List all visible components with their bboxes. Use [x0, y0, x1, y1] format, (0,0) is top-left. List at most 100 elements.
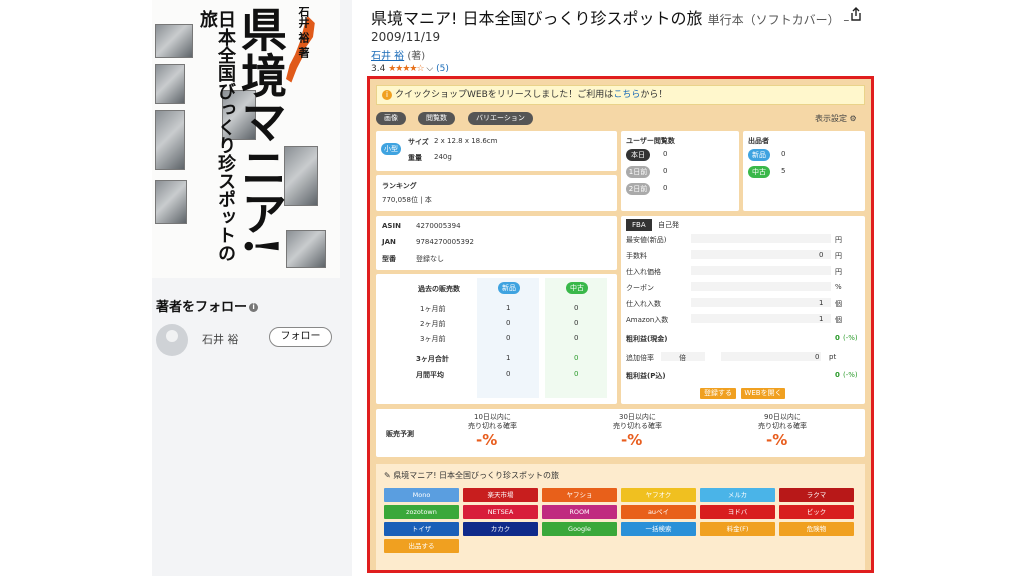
edit-icon: ✎ — [384, 471, 391, 480]
forecast-percent: -% — [621, 431, 643, 449]
chevron-down-icon[interactable]: ⌵ — [426, 64, 433, 74]
shop-button[interactable]: ヤフショ — [542, 488, 617, 502]
calc-label: 仕入れ入数 — [626, 300, 661, 308]
calc-input[interactable] — [691, 250, 831, 259]
info-icon: i — [382, 90, 392, 100]
gear-icon: ⚙ — [849, 114, 857, 123]
shop-button[interactable]: zozotown — [384, 505, 459, 519]
rating-count[interactable]: (5) — [436, 64, 449, 74]
sales-row-new: 1 — [506, 304, 511, 312]
shop-button[interactable]: 出品する — [384, 539, 459, 553]
calc-unit: 円 — [835, 236, 842, 244]
sales-row-new: 0 — [506, 370, 511, 378]
publication-date: 2009/11/19 — [371, 30, 441, 44]
notice-banner: i クイックショップWEBをリリースしました！ご利用はこちらから！ — [376, 85, 865, 105]
calc-input[interactable] — [691, 234, 831, 243]
shop-button[interactable]: 楽天市場 — [463, 488, 538, 502]
shop-button[interactable]: 料金(F) — [700, 522, 775, 536]
sales-table: 過去の販売数 新品 中古 1ヶ月前 1 0 2ヶ月前 0 0 3ヶ月前 0 0 3ヶ月合計 1 0 月間… — [376, 274, 617, 404]
left-pane: 県境マニア! 日本全国びっくり珍スポットの旅 石井 裕 著 著者をフォロー i 石… — [152, 0, 352, 576]
fba-calculator: FBA 自己発 最安値(新品) 円手数料 0 円仕入れ価格円クーポン% 仕入れ入数 1 個 A… — [621, 216, 865, 404]
shop-button[interactable]: auペイ — [621, 505, 696, 519]
shop-button[interactable]: Google — [542, 522, 617, 536]
bottom-title: ✎ 県境マニア! 日本全国びっくり珍スポットの旅 — [384, 471, 559, 480]
notice-link[interactable]: こちら — [613, 90, 640, 100]
star-rating-icon: ★★★★☆ — [388, 64, 424, 74]
calc-label: 仕入れ価格 — [626, 268, 661, 276]
user-views-card: ユーザー閲覧数 本日 0 1日前 0 2日前 0 — [621, 131, 739, 211]
cover-subtitle: 日本全国びっくり珍スポットの旅 — [197, 10, 236, 262]
sales-row-new: 0 — [506, 334, 511, 342]
calc-input[interactable] — [691, 314, 831, 323]
shop-button[interactable]: トイザ — [384, 522, 459, 536]
follow-author-heading: 著者をフォロー i — [156, 296, 259, 315]
sales-row-label: 3ヶ月前 — [420, 335, 446, 343]
binding-type: 単行本（ソフトカバー） – — [707, 13, 850, 27]
shop-button[interactable]: ビック — [779, 505, 854, 519]
share-icon[interactable] — [848, 6, 864, 22]
size-card: 小型 サイズ 2 x 12.8 x 18.6cm 重量 240g — [376, 131, 617, 171]
forecast-percent: -% — [766, 431, 788, 449]
sales-row-label: 1ヶ月前 — [420, 305, 446, 313]
calc-input[interactable] — [691, 298, 831, 307]
calc-unit: 円 — [835, 252, 842, 260]
follow-button[interactable]: フォロー — [269, 327, 332, 347]
author-link[interactable]: 石井 裕 (著) — [371, 47, 425, 62]
register-button[interactable]: 登録する — [700, 388, 736, 399]
tab-fba[interactable]: FBA — [626, 219, 652, 231]
tag-images[interactable]: 画像 — [376, 112, 406, 125]
sales-row-label: 2ヶ月前 — [420, 320, 446, 328]
shop-button[interactable]: Mono — [384, 488, 459, 502]
sales-row-label: 3ヶ月合計 — [416, 355, 449, 363]
author-avatar[interactable] — [156, 324, 188, 356]
calc-input[interactable] — [691, 282, 831, 291]
calc-unit: 円 — [835, 268, 842, 276]
shop-button[interactable]: ヤフオク — [621, 488, 696, 502]
sales-forecast: 販売予測 10日以内に 売り切れる確率 -% 30日以内に 売り切れる確率 -% 90日以内… — [376, 409, 865, 457]
calc-label: クーポン — [626, 284, 654, 292]
codes-card: ASIN 4270005394 JAN 9784270005392 型番 登録な… — [376, 216, 617, 270]
extension-panel: i クイックショップWEBをリリースしました！ご利用はこちらから！ 画像 閲覧数… — [367, 76, 874, 573]
calc-unit: 個 — [835, 300, 842, 308]
sales-row-new: 1 — [506, 354, 511, 362]
calc-label: Amazon入数 — [626, 316, 669, 324]
open-web-button[interactable]: WEBを開く — [741, 388, 785, 399]
shop-button[interactable]: 危険物 — [779, 522, 854, 536]
sales-row-used: 0 — [574, 319, 579, 327]
size-badge: 小型 — [381, 143, 401, 155]
sellers-card: 出品者 新品 0 中古 5 — [743, 131, 865, 211]
calc-input[interactable] — [691, 266, 831, 275]
rating[interactable]: 3.4 ★★★★☆ ⌵ (5) — [371, 64, 449, 74]
forecast-percent: -% — [476, 431, 498, 449]
sales-row-used: 0 — [574, 354, 579, 362]
sales-row-used: 0 — [574, 334, 579, 342]
shop-button[interactable]: NETSEA — [463, 505, 538, 519]
book-cover-image[interactable]: 県境マニア! 日本全国びっくり珍スポットの旅 石井 裕 著 — [152, 0, 340, 278]
shop-button[interactable]: ヨドバ — [700, 505, 775, 519]
ranking-card: ランキング 770,058位 | 本 — [376, 175, 617, 211]
shop-button[interactable]: カカク — [463, 522, 538, 536]
tag-variations[interactable]: バリエーション — [468, 112, 533, 125]
cover-author: 石井 裕 著 — [297, 6, 310, 58]
shop-button[interactable]: ROOM — [542, 505, 617, 519]
sales-row-new: 0 — [506, 319, 511, 327]
tag-views[interactable]: 閲覧数 — [418, 112, 455, 125]
author-name[interactable]: 石井 裕 — [202, 331, 239, 347]
display-settings[interactable]: 表示設定 ⚙ — [815, 113, 857, 124]
tab-self-shipping[interactable]: 自己発 — [658, 219, 679, 231]
calc-unit: % — [835, 283, 842, 291]
calc-value: 1 — [819, 299, 824, 307]
sales-row-used: 0 — [574, 370, 579, 378]
jan-value[interactable]: 9784270005392 — [416, 238, 474, 246]
calc-label: 最安値(新品) — [626, 236, 667, 244]
info-icon[interactable]: i — [249, 303, 259, 312]
sales-row-label: 月間平均 — [416, 371, 444, 379]
calc-value: 1 — [819, 315, 824, 323]
shop-button[interactable]: メルカ — [700, 488, 775, 502]
cover-main-title: 県境マニア! — [234, 6, 288, 257]
sales-row-used: 0 — [574, 304, 579, 312]
shop-button[interactable]: ラクマ — [779, 488, 854, 502]
calc-value: 0 — [819, 251, 824, 259]
asin-value[interactable]: 4270005394 — [416, 222, 461, 230]
shop-button[interactable]: 一括検索 — [621, 522, 696, 536]
